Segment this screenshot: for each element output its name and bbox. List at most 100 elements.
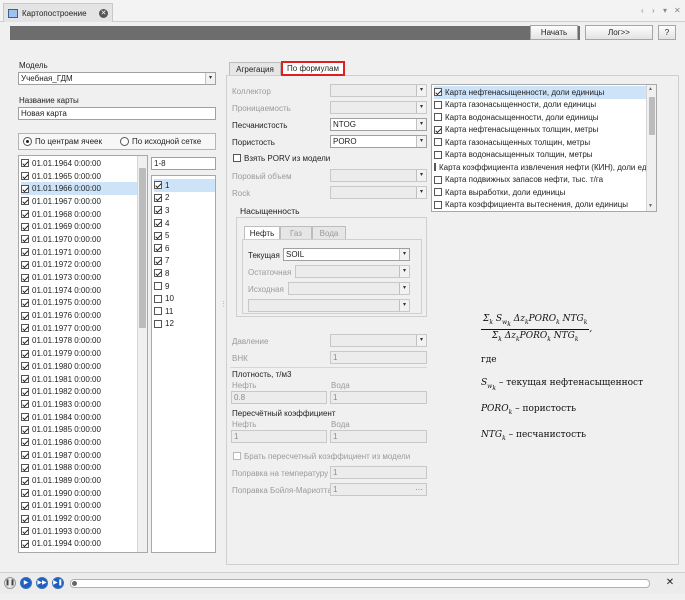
date-item-row[interactable]: 01.01.1971 0:00:00	[21, 246, 137, 259]
date-item-checkbox[interactable]	[21, 451, 29, 460]
layer-item-checkbox[interactable]	[154, 269, 162, 278]
date-item-checkbox[interactable]	[21, 476, 29, 485]
map-name-input[interactable]: Новая карта	[18, 107, 216, 120]
take-porv-checkbox[interactable]	[233, 154, 241, 163]
date-item-checkbox[interactable]	[21, 273, 29, 282]
layer-item-row[interactable]: 9	[154, 280, 215, 293]
map-type-item-checkbox[interactable]	[434, 125, 442, 134]
chevron-down-icon[interactable]: ▾	[205, 73, 215, 84]
date-item-checkbox[interactable]	[21, 235, 29, 244]
initial-sat-select[interactable]: ▾	[288, 282, 410, 295]
date-item-row[interactable]: 01.01.1983 0:00:00	[21, 398, 137, 411]
date-item-checkbox[interactable]	[21, 172, 29, 181]
layer-item-checkbox[interactable]	[154, 294, 162, 303]
take-conv-checkbox-row[interactable]: Брать пересчетный коэффициент из модели	[233, 450, 410, 463]
date-item-row[interactable]: 01.01.1977 0:00:00	[21, 322, 137, 335]
more-icon[interactable]: ⋯	[415, 484, 423, 495]
date-item-checkbox[interactable]	[21, 197, 29, 206]
play-icon[interactable]: ▶	[20, 577, 32, 589]
map-type-item-checkbox[interactable]	[434, 163, 436, 172]
date-item-row[interactable]: 01.01.1994 0:00:00	[21, 538, 137, 551]
chevron-down-icon[interactable]: ▾	[416, 136, 426, 147]
date-item-row[interactable]: 01.01.1968 0:00:00	[21, 208, 137, 221]
date-item-checkbox[interactable]	[21, 336, 29, 345]
chevron-down-icon[interactable]: ▾	[416, 119, 426, 130]
layer-item-checkbox[interactable]	[154, 206, 162, 215]
extra-sat-select[interactable]: ▾	[248, 299, 410, 312]
chevron-down-icon[interactable]: ▾	[416, 170, 426, 181]
map-type-item-row[interactable]: Карта коэффициента извлечения нефти (КИН…	[434, 161, 646, 174]
wok-input[interactable]: 1	[330, 351, 427, 364]
date-item-checkbox[interactable]	[21, 514, 29, 523]
date-item-row[interactable]: 01.01.1992 0:00:00	[21, 512, 137, 525]
layer-item-row[interactable]: 6	[154, 242, 215, 255]
map-type-item-checkbox[interactable]	[434, 150, 442, 159]
close-panel-icon[interactable]: ✕	[663, 576, 677, 590]
date-item-row[interactable]: 01.01.1980 0:00:00	[21, 360, 137, 373]
sat-tab-oil[interactable]: Нефть	[244, 226, 280, 239]
chevron-down-icon[interactable]: ▾	[416, 102, 426, 113]
date-item-checkbox[interactable]	[21, 260, 29, 269]
model-select[interactable]: Учебная_ГДМ ▾	[18, 72, 216, 85]
sat-tab-gas[interactable]: Газ	[280, 226, 312, 239]
date-item-row[interactable]: 01.01.1976 0:00:00	[21, 309, 137, 322]
radio-grid[interactable]	[119, 137, 129, 146]
layer-item-row[interactable]: 10	[154, 292, 215, 305]
density-water-input[interactable]: 1	[330, 391, 427, 404]
map-type-item-checkbox[interactable]	[434, 138, 442, 147]
log-button[interactable]: Лог>>	[585, 25, 653, 40]
date-item-checkbox[interactable]	[21, 248, 29, 257]
date-item-row[interactable]: 01.01.1987 0:00:00	[21, 449, 137, 462]
layer-item-checkbox[interactable]	[154, 282, 162, 291]
layer-item-row[interactable]: 5	[154, 229, 215, 242]
layer-item-checkbox[interactable]	[154, 307, 162, 316]
timeline-handle[interactable]	[72, 581, 77, 586]
current-sat-select[interactable]: SOIL ▾	[283, 248, 410, 261]
chevron-down-icon[interactable]: ▾	[399, 266, 409, 277]
layers-range-input[interactable]: 1-8	[151, 157, 216, 170]
date-item-row[interactable]: 01.01.1993 0:00:00	[21, 525, 137, 538]
close-window-icon[interactable]: ✕	[674, 6, 681, 15]
date-item-checkbox[interactable]	[21, 400, 29, 409]
collector-select[interactable]: ▾	[330, 84, 427, 97]
document-tab[interactable]: Картопостроение ✕	[3, 3, 113, 22]
date-item-checkbox[interactable]	[21, 413, 29, 422]
date-item-row[interactable]: 01.01.1974 0:00:00	[21, 284, 137, 297]
map-type-item-checkbox[interactable]	[434, 200, 442, 209]
timeline-slider[interactable]	[70, 579, 650, 588]
map-type-item-row[interactable]: Карта водонасыщенных толщин, метры	[434, 149, 646, 162]
chevron-down-icon[interactable]: ▾	[416, 335, 426, 346]
pressure-select[interactable]: ▾	[330, 334, 427, 347]
layer-item-checkbox[interactable]	[154, 319, 162, 328]
take-porv-checkbox-row[interactable]: Взять PORV из модели	[233, 152, 330, 165]
map-type-item-row[interactable]: Карта нефтенасыщенности, доли единицы	[434, 86, 646, 99]
date-item-checkbox[interactable]	[21, 349, 29, 358]
date-item-row[interactable]: 01.01.1989 0:00:00	[21, 474, 137, 487]
start-button[interactable]: Начать	[530, 25, 578, 40]
map-type-item-row[interactable]: Карта выработки, доли единицы	[434, 186, 646, 199]
map-types-scroll-thumb[interactable]	[649, 97, 655, 135]
date-item-checkbox[interactable]	[21, 286, 29, 295]
pore-volume-select[interactable]: ▾	[330, 169, 427, 182]
layer-item-checkbox[interactable]	[154, 181, 162, 190]
date-item-row[interactable]: 01.01.1973 0:00:00	[21, 271, 137, 284]
date-item-checkbox[interactable]	[21, 387, 29, 396]
layer-item-row[interactable]: 3	[154, 204, 215, 217]
map-type-item-row[interactable]: Карта газонасыщенных толщин, метры	[434, 136, 646, 149]
porosity-select[interactable]: PORO ▾	[330, 135, 427, 148]
date-item-checkbox[interactable]	[21, 222, 29, 231]
date-item-checkbox[interactable]	[21, 311, 29, 320]
residual-sat-select[interactable]: ▾	[295, 265, 410, 278]
tab-by-formulas[interactable]: По формулам	[281, 61, 345, 76]
layer-item-checkbox[interactable]	[154, 231, 162, 240]
date-item-checkbox[interactable]	[21, 362, 29, 371]
layer-item-row[interactable]: 8	[154, 267, 215, 280]
date-item-row[interactable]: 01.01.1964 0:00:00	[21, 157, 137, 170]
date-item-checkbox[interactable]	[21, 425, 29, 434]
dropdown-icon[interactable]: ▾	[663, 6, 667, 15]
help-button[interactable]: ?	[658, 25, 676, 40]
date-item-row[interactable]: 01.01.1990 0:00:00	[21, 487, 137, 500]
date-item-row[interactable]: 01.01.1979 0:00:00	[21, 347, 137, 360]
map-type-item-row[interactable]: Карта коэффициента вытеснения, доли един…	[434, 199, 646, 212]
date-item-row[interactable]: 01.01.1965 0:00:00	[21, 170, 137, 183]
